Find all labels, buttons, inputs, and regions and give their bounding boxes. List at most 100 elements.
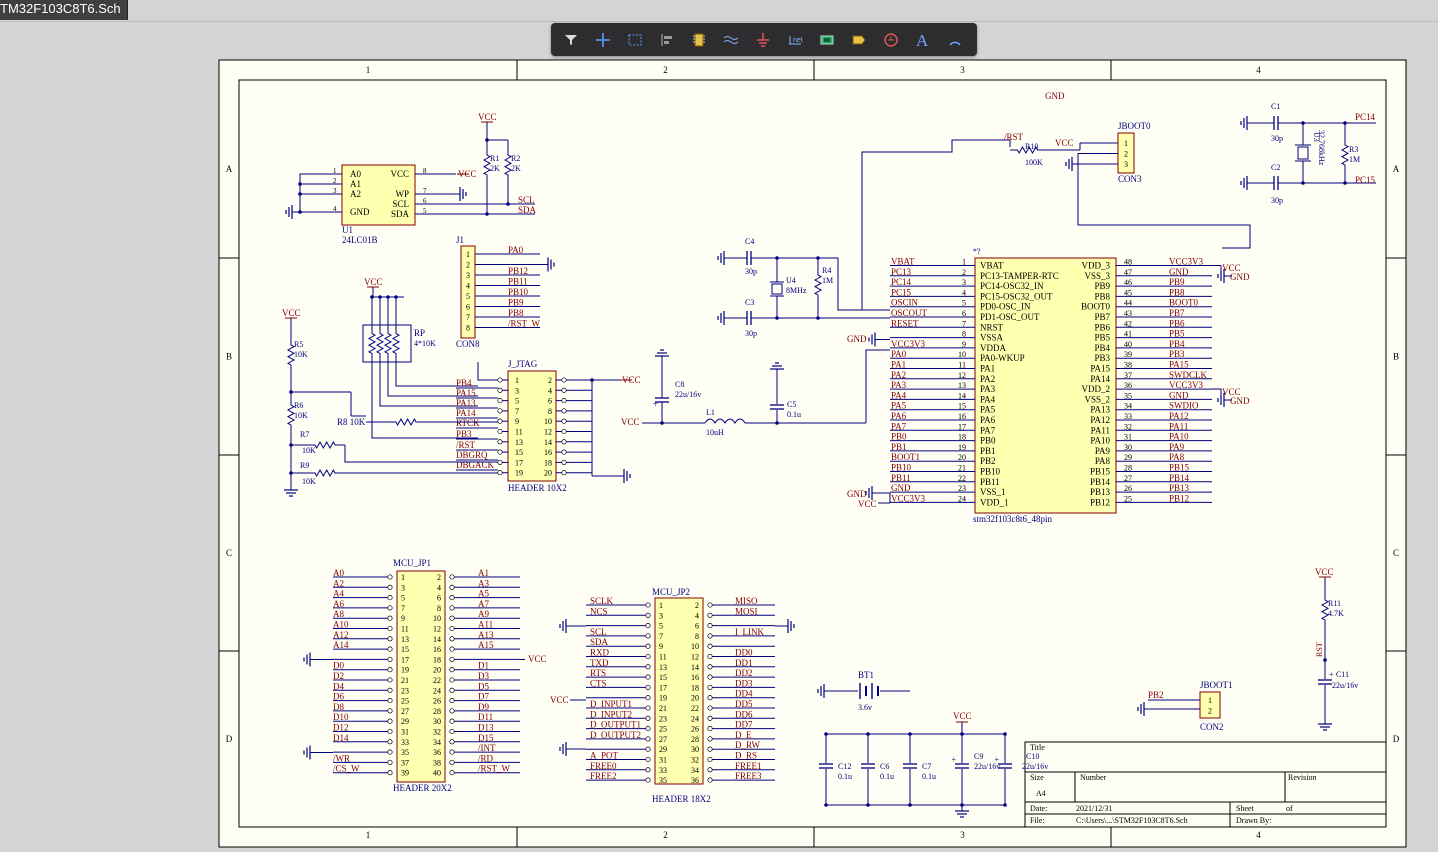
pin-end bbox=[645, 736, 651, 742]
pin-end bbox=[561, 459, 567, 465]
mcu-net-label: PA8 bbox=[1169, 452, 1185, 462]
date-value: 2021/12/31 bbox=[1076, 804, 1112, 813]
pin-end bbox=[387, 759, 393, 765]
jp1-net-label: A8 bbox=[333, 609, 344, 619]
pin-number: 28 bbox=[691, 735, 699, 744]
pin-number: 36 bbox=[433, 748, 441, 757]
jp2-net-label: A_POT bbox=[590, 751, 619, 761]
pin-end bbox=[449, 584, 455, 590]
pin-name: NRST bbox=[980, 322, 1004, 332]
mcu-net-label: PA6 bbox=[891, 411, 907, 421]
pin-number: 34 bbox=[433, 738, 441, 747]
pin-name: VSS_2 bbox=[1084, 394, 1110, 404]
u1-designator: U1 bbox=[342, 225, 353, 235]
jboot1-designator: JBOOT1 bbox=[1200, 680, 1233, 690]
pin-name: PB0 bbox=[980, 436, 996, 446]
pc15-net-label: PC15 bbox=[1355, 175, 1376, 185]
pin-number: 43 bbox=[1124, 309, 1132, 318]
jp2-net-label: NCS bbox=[590, 606, 608, 616]
jp1-net-label: A12 bbox=[333, 630, 349, 640]
pin-number: 41 bbox=[1124, 330, 1132, 339]
mcu-net-label: PB15 bbox=[1169, 463, 1190, 473]
jp2-net-label: SCLK bbox=[590, 596, 614, 606]
jp1-net-label: D7 bbox=[478, 692, 489, 702]
pin-end bbox=[449, 698, 455, 704]
pin-end bbox=[707, 736, 713, 742]
junction-dot bbox=[1003, 732, 1007, 736]
pin-name: PA3 bbox=[980, 384, 996, 394]
pin-number: 42 bbox=[1124, 319, 1132, 328]
pin-end bbox=[387, 698, 393, 704]
c12-designator: C12 bbox=[838, 762, 851, 771]
jp1-net-label: A4 bbox=[333, 589, 344, 599]
jp1-net-label: D12 bbox=[333, 723, 349, 733]
junction-dot bbox=[1003, 803, 1007, 807]
junction-dot bbox=[960, 732, 964, 736]
mcu-net-label: PB6 bbox=[1169, 318, 1185, 328]
r1-designator: R1 bbox=[490, 154, 499, 163]
jp1-net-label: /WR bbox=[333, 753, 350, 763]
jtag-net-label: /RST bbox=[456, 440, 476, 450]
pin-end bbox=[387, 605, 393, 611]
pin-name: SCL bbox=[392, 199, 409, 209]
pin-number: 30 bbox=[433, 717, 441, 726]
jtag-value: HEADER 10X2 bbox=[508, 483, 567, 493]
pin-number: 10 bbox=[544, 417, 552, 426]
pin-end bbox=[387, 687, 393, 693]
pin-number: 22 bbox=[958, 474, 966, 483]
pin-number: 32 bbox=[691, 756, 699, 765]
pin-name: PA4 bbox=[980, 394, 996, 404]
mcu-net-label: PB7 bbox=[1169, 308, 1185, 318]
pin-name: VSS_1 bbox=[980, 487, 1006, 497]
pin-end bbox=[645, 643, 651, 649]
pin-number: 36 bbox=[691, 776, 699, 785]
pin-end bbox=[707, 664, 713, 670]
junction-dot bbox=[824, 803, 828, 807]
pin-number: 33 bbox=[1124, 412, 1132, 421]
jp1-net-label: D4 bbox=[333, 681, 344, 691]
pin-number: 36 bbox=[1124, 381, 1132, 390]
jp1-net-label: A2 bbox=[333, 578, 344, 588]
pin-number: 12 bbox=[433, 625, 441, 634]
jp1-net-label: D1 bbox=[478, 661, 489, 671]
pin-end bbox=[707, 623, 713, 629]
pin-end bbox=[707, 643, 713, 649]
pin-number: 39 bbox=[401, 769, 409, 778]
junction-dot bbox=[775, 256, 779, 260]
pin-name: PB8 bbox=[1094, 291, 1110, 301]
pin-name: PB10 bbox=[980, 467, 1001, 477]
zone-row-label: B bbox=[226, 352, 232, 362]
pin-number: 30 bbox=[691, 745, 699, 754]
schematic-canvas[interactable]: 11223344A AB BC CD DTitleSizeA4Number Revisio… bbox=[0, 0, 1438, 852]
rp-designator: RP bbox=[414, 328, 425, 338]
jtag-net-label: DBGRQ bbox=[456, 450, 488, 460]
pin-end bbox=[645, 705, 651, 711]
pin-number: 8 bbox=[423, 167, 427, 175]
pin-end bbox=[707, 767, 713, 773]
mcu-net-label: PC14 bbox=[891, 277, 912, 287]
pin-number: 11 bbox=[515, 428, 523, 437]
pin-end bbox=[387, 718, 393, 724]
pin-number: 10 bbox=[433, 614, 441, 623]
pin-number: 37 bbox=[401, 758, 409, 767]
pin-end bbox=[449, 625, 455, 632]
pin-name: PA2 bbox=[980, 374, 995, 384]
pin-end bbox=[707, 674, 713, 680]
pin-number: 8 bbox=[466, 324, 470, 333]
pin-end bbox=[449, 615, 455, 621]
pin-end bbox=[449, 728, 455, 735]
pin-number: 20 bbox=[433, 666, 441, 675]
c7-designator: C7 bbox=[922, 762, 931, 771]
pin-number: 1 bbox=[466, 250, 470, 259]
u4-value: 8MHz bbox=[786, 286, 807, 295]
pin-name: PB1 bbox=[980, 446, 996, 456]
pin-end bbox=[497, 387, 503, 393]
pin-number: 14 bbox=[433, 635, 441, 644]
jp1-net-label: D14 bbox=[333, 733, 349, 743]
pin-number: 4 bbox=[466, 282, 470, 291]
pin-end bbox=[387, 667, 393, 673]
mcu-net-label: PA2 bbox=[891, 370, 906, 380]
mcu-net-label: PA3 bbox=[891, 380, 907, 390]
jp1-net-label: D6 bbox=[333, 692, 344, 702]
size-value: A4 bbox=[1036, 789, 1046, 798]
